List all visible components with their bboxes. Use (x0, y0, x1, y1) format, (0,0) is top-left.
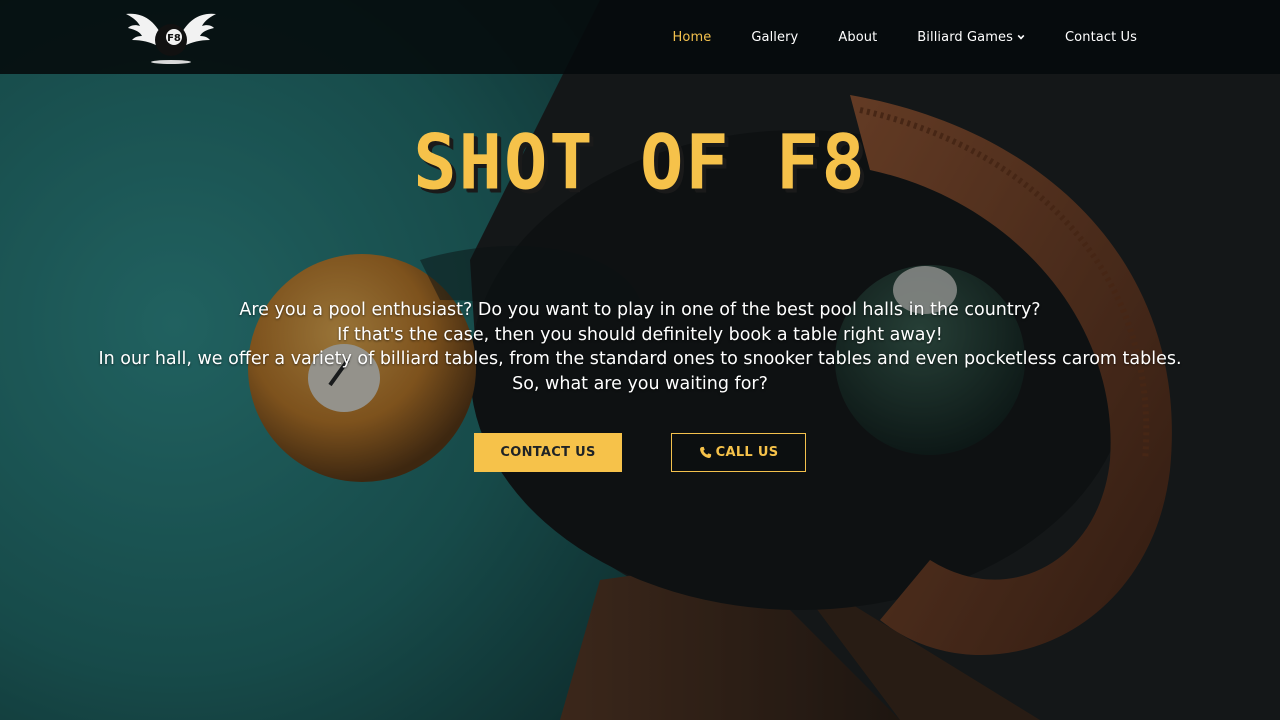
hero-description: Are you a pool enthusiast? Do you want t… (40, 298, 1240, 396)
nav-item-about[interactable]: About (838, 30, 877, 45)
nav-item-contact-us[interactable]: Contact Us (1065, 30, 1137, 45)
hero-title: SHOT OF F8 (413, 117, 867, 207)
logo-text: F8 (167, 33, 181, 44)
call-us-button[interactable]: CALL US (671, 433, 806, 472)
nav-item-gallery[interactable]: Gallery (751, 30, 798, 45)
nav-item-label: About (838, 29, 878, 45)
top-navbar: F8 Home Gallery About Billiard Games Con… (0, 0, 1280, 74)
nav-item-label: Billiard Games (917, 29, 1013, 45)
main-nav: Home Gallery About Billiard Games Contac… (673, 0, 1137, 74)
winged-8-ball-logo-icon: F8 (126, 13, 216, 64)
nav-item-label: Contact Us (1065, 29, 1137, 45)
nav-item-home[interactable]: Home (673, 30, 712, 45)
hero-line: Are you a pool enthusiast? Do you want t… (239, 300, 1041, 320)
contact-us-label: CONTACT US (500, 445, 596, 460)
contact-us-button[interactable]: CONTACT US (474, 433, 622, 472)
phone-icon (699, 446, 711, 458)
hero-line: So, what are you waiting for? (512, 373, 768, 394)
hero-line: If that's the case, then you should defi… (337, 324, 943, 345)
nav-item-label: Home (672, 29, 712, 45)
hero-line: In our hall, we offer a variety of billi… (98, 349, 1182, 369)
chevron-down-icon (1017, 34, 1025, 40)
nav-item-label: Gallery (751, 29, 799, 45)
nav-item-billiard-games[interactable]: Billiard Games (917, 30, 1025, 45)
call-us-label: CALL US (715, 445, 779, 460)
site-logo[interactable]: F8 (124, 6, 218, 66)
